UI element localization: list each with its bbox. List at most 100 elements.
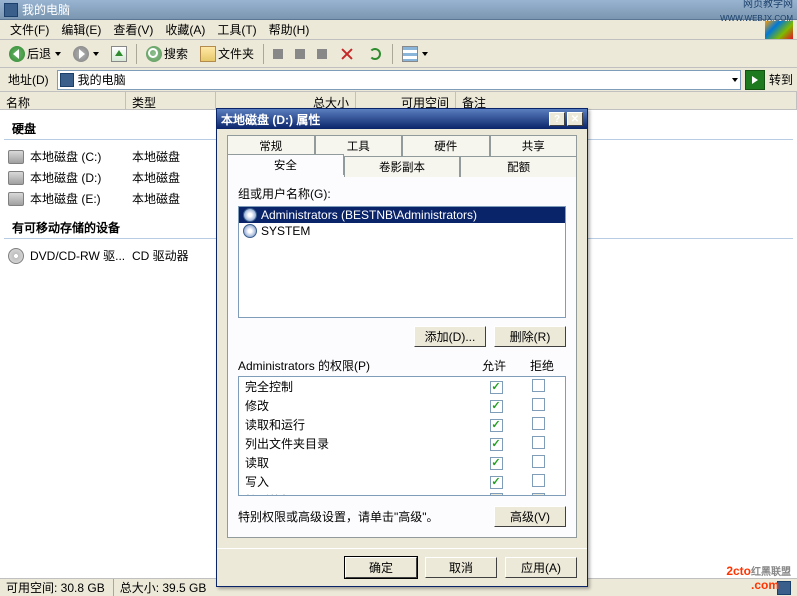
tool-button-3[interactable] [312,46,332,62]
search-button[interactable]: 搜索 [141,42,193,65]
refresh-icon [369,48,381,60]
user-name: SYSTEM [261,224,310,238]
delete-button[interactable] [334,43,360,65]
deny-checkbox[interactable] [532,379,545,392]
computer-icon [4,3,18,17]
col-totalsize[interactable]: 总大小 [216,92,356,109]
allow-checkbox[interactable] [490,400,503,413]
up-folder-icon [111,46,127,62]
col-note[interactable]: 备注 [456,92,797,109]
allow-checkbox[interactable] [490,493,503,497]
chevron-down-icon[interactable] [732,78,738,82]
deny-checkbox[interactable] [532,455,545,468]
refresh-button[interactable] [362,43,388,65]
properties-dialog: 本地磁盘 (D:) 属性 ? ✕ 常规工具硬件共享 安全卷影副本配额 组或用户名… [216,108,588,587]
back-button[interactable]: 后退 [4,42,66,65]
permissions-listbox[interactable]: 完全控制修改读取和运行列出文件夹目录读取写入特别的权限 [238,376,566,496]
add-button[interactable]: 添加(D)... [414,326,486,347]
permissions-label: Administrators 的权限(P) [238,357,470,374]
menu-file[interactable]: 文件(F) [4,19,55,40]
status-free: 可用空间: 30.8 GB [6,579,105,596]
menu-edit[interactable]: 编辑(E) [55,19,107,40]
separator [136,44,137,64]
tool-button-2[interactable] [290,46,310,62]
window-title: 我的电脑 [22,1,720,18]
permission-row: 读取和运行 [239,415,565,434]
users-listbox[interactable]: Administrators (BESTNB\Administrators) SY… [238,206,566,318]
permission-name: 修改 [245,397,475,414]
tab-配额[interactable]: 配额 [460,156,577,177]
permission-name: 读取 [245,454,475,471]
allow-checkbox[interactable] [490,476,503,489]
chevron-down-icon [422,52,428,56]
item-name: 本地磁盘 (C:) [30,148,126,165]
user-list-item[interactable]: Administrators (BESTNB\Administrators) [239,207,565,223]
close-button[interactable]: ✕ [567,112,583,126]
separator [263,44,264,64]
col-name[interactable]: 名称 [0,92,126,109]
tab-安全[interactable]: 安全 [227,154,344,175]
go-label[interactable]: 转到 [769,71,793,88]
allow-header: 允许 [470,357,518,374]
cancel-button[interactable]: 取消 [425,557,497,578]
remove-button[interactable]: 删除(R) [494,326,566,347]
views-icon [402,46,418,62]
window-titlebar: 我的电脑 网页教学网 WWW.WEBJX.COM [0,0,797,20]
allow-checkbox[interactable] [490,381,503,394]
go-button[interactable] [745,70,765,90]
up-button[interactable] [106,43,132,65]
separator [392,44,393,64]
menu-view[interactable]: 查看(V) [107,19,159,40]
deny-checkbox[interactable] [532,436,545,449]
tab-卷影副本[interactable]: 卷影副本 [344,156,461,177]
watermark: 2cto 红黑联盟 .com [726,564,791,592]
item-type: 本地磁盘 [132,190,180,207]
allow-checkbox[interactable] [490,438,503,451]
dialog-titlebar[interactable]: 本地磁盘 (D:) 属性 ? ✕ [217,109,587,129]
deny-checkbox[interactable] [532,474,545,487]
deny-checkbox[interactable] [532,493,545,497]
col-free[interactable]: 可用空间 [356,92,456,109]
allow-checkbox[interactable] [490,457,503,470]
permission-row: 列出文件夹目录 [239,434,565,453]
col-type[interactable]: 类型 [126,92,216,109]
item-type: CD 驱动器 [132,247,189,264]
user-group-icon [243,224,257,238]
item-type: 本地磁盘 [132,169,180,186]
status-total: 总大小: 39.5 GB [113,579,207,596]
item-name: DVD/CD-RW 驱... [30,247,126,264]
user-list-item[interactable]: SYSTEM [239,223,565,239]
allow-checkbox[interactable] [490,419,503,432]
deny-checkbox[interactable] [532,417,545,430]
address-input[interactable]: 我的电脑 [57,70,741,90]
tool-button-1[interactable] [268,46,288,62]
delete-x-icon [339,46,355,62]
address-bar: 地址(D) 我的电脑 转到 [0,68,797,92]
apply-button[interactable]: 应用(A) [505,557,577,578]
menu-favorites[interactable]: 收藏(A) [159,19,211,40]
permission-row: 修改 [239,396,565,415]
forward-button[interactable] [68,43,104,65]
tab-共享[interactable]: 共享 [490,135,578,156]
views-button[interactable] [397,43,433,65]
disk-drive-icon [8,171,24,185]
user-name: Administrators (BESTNB\Administrators) [261,208,477,222]
folders-button[interactable]: 文件夹 [195,42,259,65]
permission-row: 写入 [239,472,565,491]
help-button[interactable]: ? [549,112,565,126]
tab-硬件[interactable]: 硬件 [402,135,490,156]
deny-checkbox[interactable] [532,398,545,411]
ok-button[interactable]: 确定 [345,557,417,578]
search-icon [146,46,162,62]
permission-row: 完全控制 [239,377,565,396]
user-group-icon [243,208,257,222]
menu-help[interactable]: 帮助(H) [263,19,316,40]
advanced-button[interactable]: 高级(V) [494,506,566,527]
item-type: 本地磁盘 [132,148,180,165]
tab-工具[interactable]: 工具 [315,135,403,156]
permission-name: 读取和运行 [245,416,475,433]
menu-tools[interactable]: 工具(T) [211,19,262,40]
disk-drive-icon [8,150,24,164]
cd-drive-icon [8,248,24,264]
tab-常规[interactable]: 常规 [227,135,315,156]
